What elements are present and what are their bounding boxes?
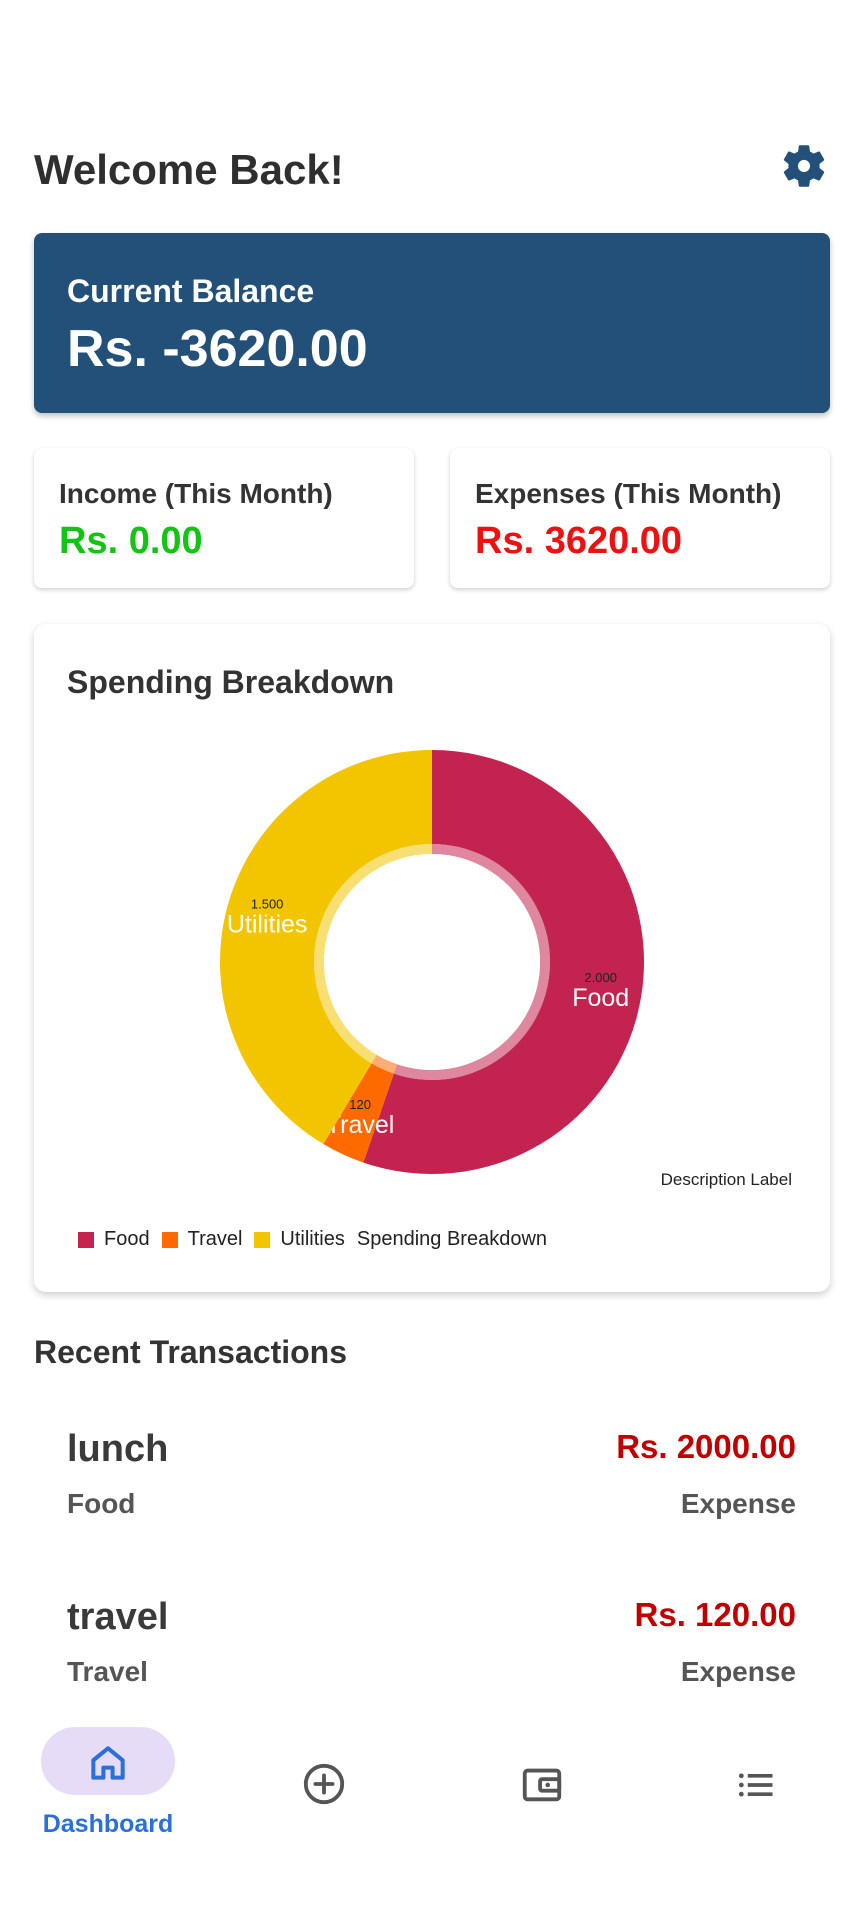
nav-label-dashboard[interactable]: Dashboard bbox=[0, 1810, 216, 1839]
donut-chart: 2.000Food120Travel1.500Utilities bbox=[219, 750, 645, 1174]
legend-swatch bbox=[161, 1231, 178, 1248]
legend-label: Travel bbox=[187, 1228, 243, 1250]
donut-value-label: 2.000 bbox=[584, 970, 617, 985]
balance-value: Rs. -3620.00 bbox=[67, 320, 368, 378]
transaction-name: travel bbox=[67, 1596, 169, 1638]
transaction-category: Travel bbox=[67, 1656, 148, 1687]
expenses-value: Rs. 3620.00 bbox=[475, 520, 683, 562]
balance-label: Current Balance bbox=[67, 273, 315, 309]
legend-title: Spending Breakdown bbox=[356, 1228, 548, 1250]
expenses-label: Expenses (This Month) bbox=[475, 478, 782, 509]
transaction-type: Expense bbox=[680, 1488, 796, 1519]
expenses-card: Expenses (This Month) Rs. 3620.00 bbox=[450, 448, 830, 588]
donut-value-label: 1.500 bbox=[251, 897, 284, 912]
legend-item-utilities: Utilities bbox=[254, 1228, 345, 1251]
chart-legend: Food Travel Utilities Spending Breakdown bbox=[78, 1228, 547, 1251]
transaction-item[interactable]: lunch Rs. 2000.00 Food Expense bbox=[34, 1428, 830, 1578]
income-card: Income (This Month) Rs. 0.00 bbox=[34, 448, 414, 588]
balance-card: Current Balance Rs. -3620.00 bbox=[34, 233, 830, 413]
legend-swatch bbox=[78, 1231, 94, 1248]
spending-chart-card: Spending Breakdown 2.000 Food 120 Travel 1.5… bbox=[34, 624, 830, 1292]
donut-value-label: 120 bbox=[349, 1097, 371, 1112]
header: Welcome Back! bbox=[34, 140, 830, 200]
legend-item-food: Food bbox=[78, 1228, 150, 1251]
transaction-category: Food bbox=[67, 1488, 136, 1519]
donut-hole bbox=[324, 854, 540, 1070]
gear-icon[interactable] bbox=[778, 140, 830, 192]
legend-label: Utilities bbox=[280, 1228, 345, 1250]
wallet-icon[interactable] bbox=[519, 1761, 565, 1807]
transaction-amount: Rs. 120.00 bbox=[634, 1596, 796, 1633]
legend-label: Food bbox=[104, 1228, 150, 1250]
income-label: Income (This Month) bbox=[59, 478, 333, 509]
legend-swatch bbox=[254, 1231, 271, 1248]
recent-transactions-title: Recent Transactions bbox=[34, 1334, 347, 1370]
transaction-amount: Rs. 2000.00 bbox=[616, 1428, 796, 1465]
donut-category-label: Food bbox=[572, 984, 629, 1012]
page-title: Welcome Back! bbox=[34, 146, 344, 193]
income-value: Rs. 0.00 bbox=[59, 520, 203, 562]
chart-description-label: Description Label bbox=[660, 1170, 792, 1189]
transaction-name: lunch bbox=[67, 1428, 169, 1470]
donut-category-label: Utilities bbox=[227, 911, 308, 939]
add-circle-icon[interactable] bbox=[301, 1761, 347, 1807]
list-icon[interactable] bbox=[734, 1763, 778, 1807]
transaction-type: Expense bbox=[680, 1656, 796, 1687]
legend-item-travel: Travel bbox=[161, 1228, 243, 1251]
bottom-navigation: Dashboard bbox=[0, 1700, 864, 1920]
home-icon[interactable] bbox=[86, 1741, 130, 1785]
